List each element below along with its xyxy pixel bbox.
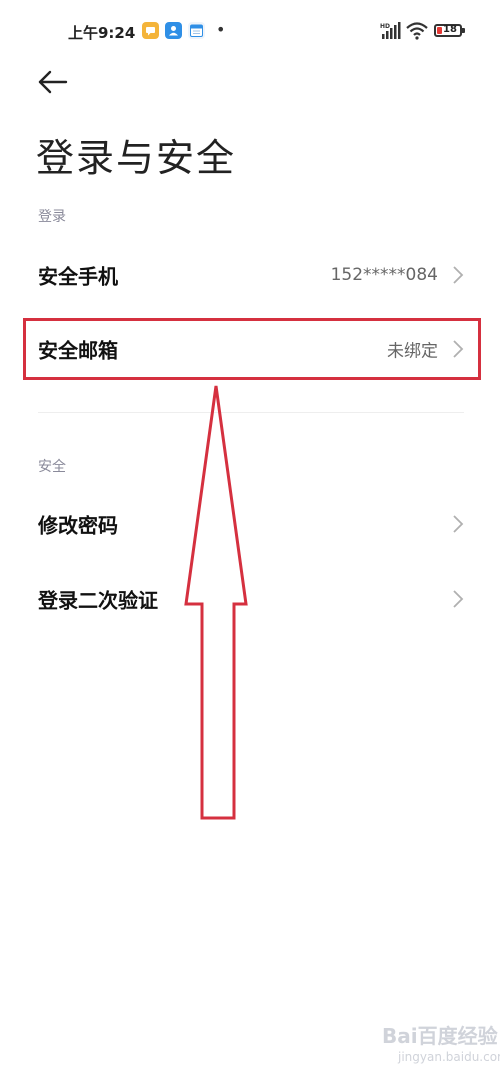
chevron-right-icon <box>453 266 464 284</box>
row-change-password[interactable]: 修改密码 <box>0 496 500 552</box>
row-two-step-verification[interactable]: 登录二次验证 <box>0 571 500 627</box>
calendar-app-icon <box>188 22 205 39</box>
chevron-right-icon <box>453 515 464 533</box>
section-divider <box>38 412 464 413</box>
back-button[interactable] <box>36 68 70 98</box>
hd-signal-icon: HD <box>380 22 402 44</box>
page-title: 登录与安全 <box>36 136 237 180</box>
watermark-logo: Bai百度经验 <box>382 1024 498 1048</box>
battery-icon: 18 <box>434 24 462 37</box>
section-header-login: 登录 <box>38 209 66 225</box>
section-header-security: 安全 <box>38 459 66 475</box>
wifi-icon <box>406 22 428 44</box>
row-label: 登录二次验证 <box>38 588 158 613</box>
contacts-app-icon <box>165 22 182 39</box>
row-security-phone[interactable]: 安全手机 152*****084 <box>0 247 500 303</box>
battery-level: 18 <box>443 24 457 35</box>
row-label: 安全手机 <box>38 264 118 289</box>
row-value: 152*****084 <box>330 265 438 285</box>
battery-level-fill <box>437 27 442 34</box>
back-arrow-icon <box>38 70 68 94</box>
annotation-highlight-box <box>23 318 481 380</box>
status-time: 上午9:24 <box>68 24 136 42</box>
watermark-url: jingyan.baidu.com <box>398 1050 500 1064</box>
row-label: 修改密码 <box>38 513 118 538</box>
notification-dot: • <box>216 20 226 39</box>
status-bar: 上午9:24 • HD 18 <box>0 14 500 48</box>
svg-text:HD: HD <box>380 23 390 30</box>
messages-app-icon <box>142 22 159 39</box>
chevron-right-icon <box>453 590 464 608</box>
battery-tip <box>462 28 465 33</box>
